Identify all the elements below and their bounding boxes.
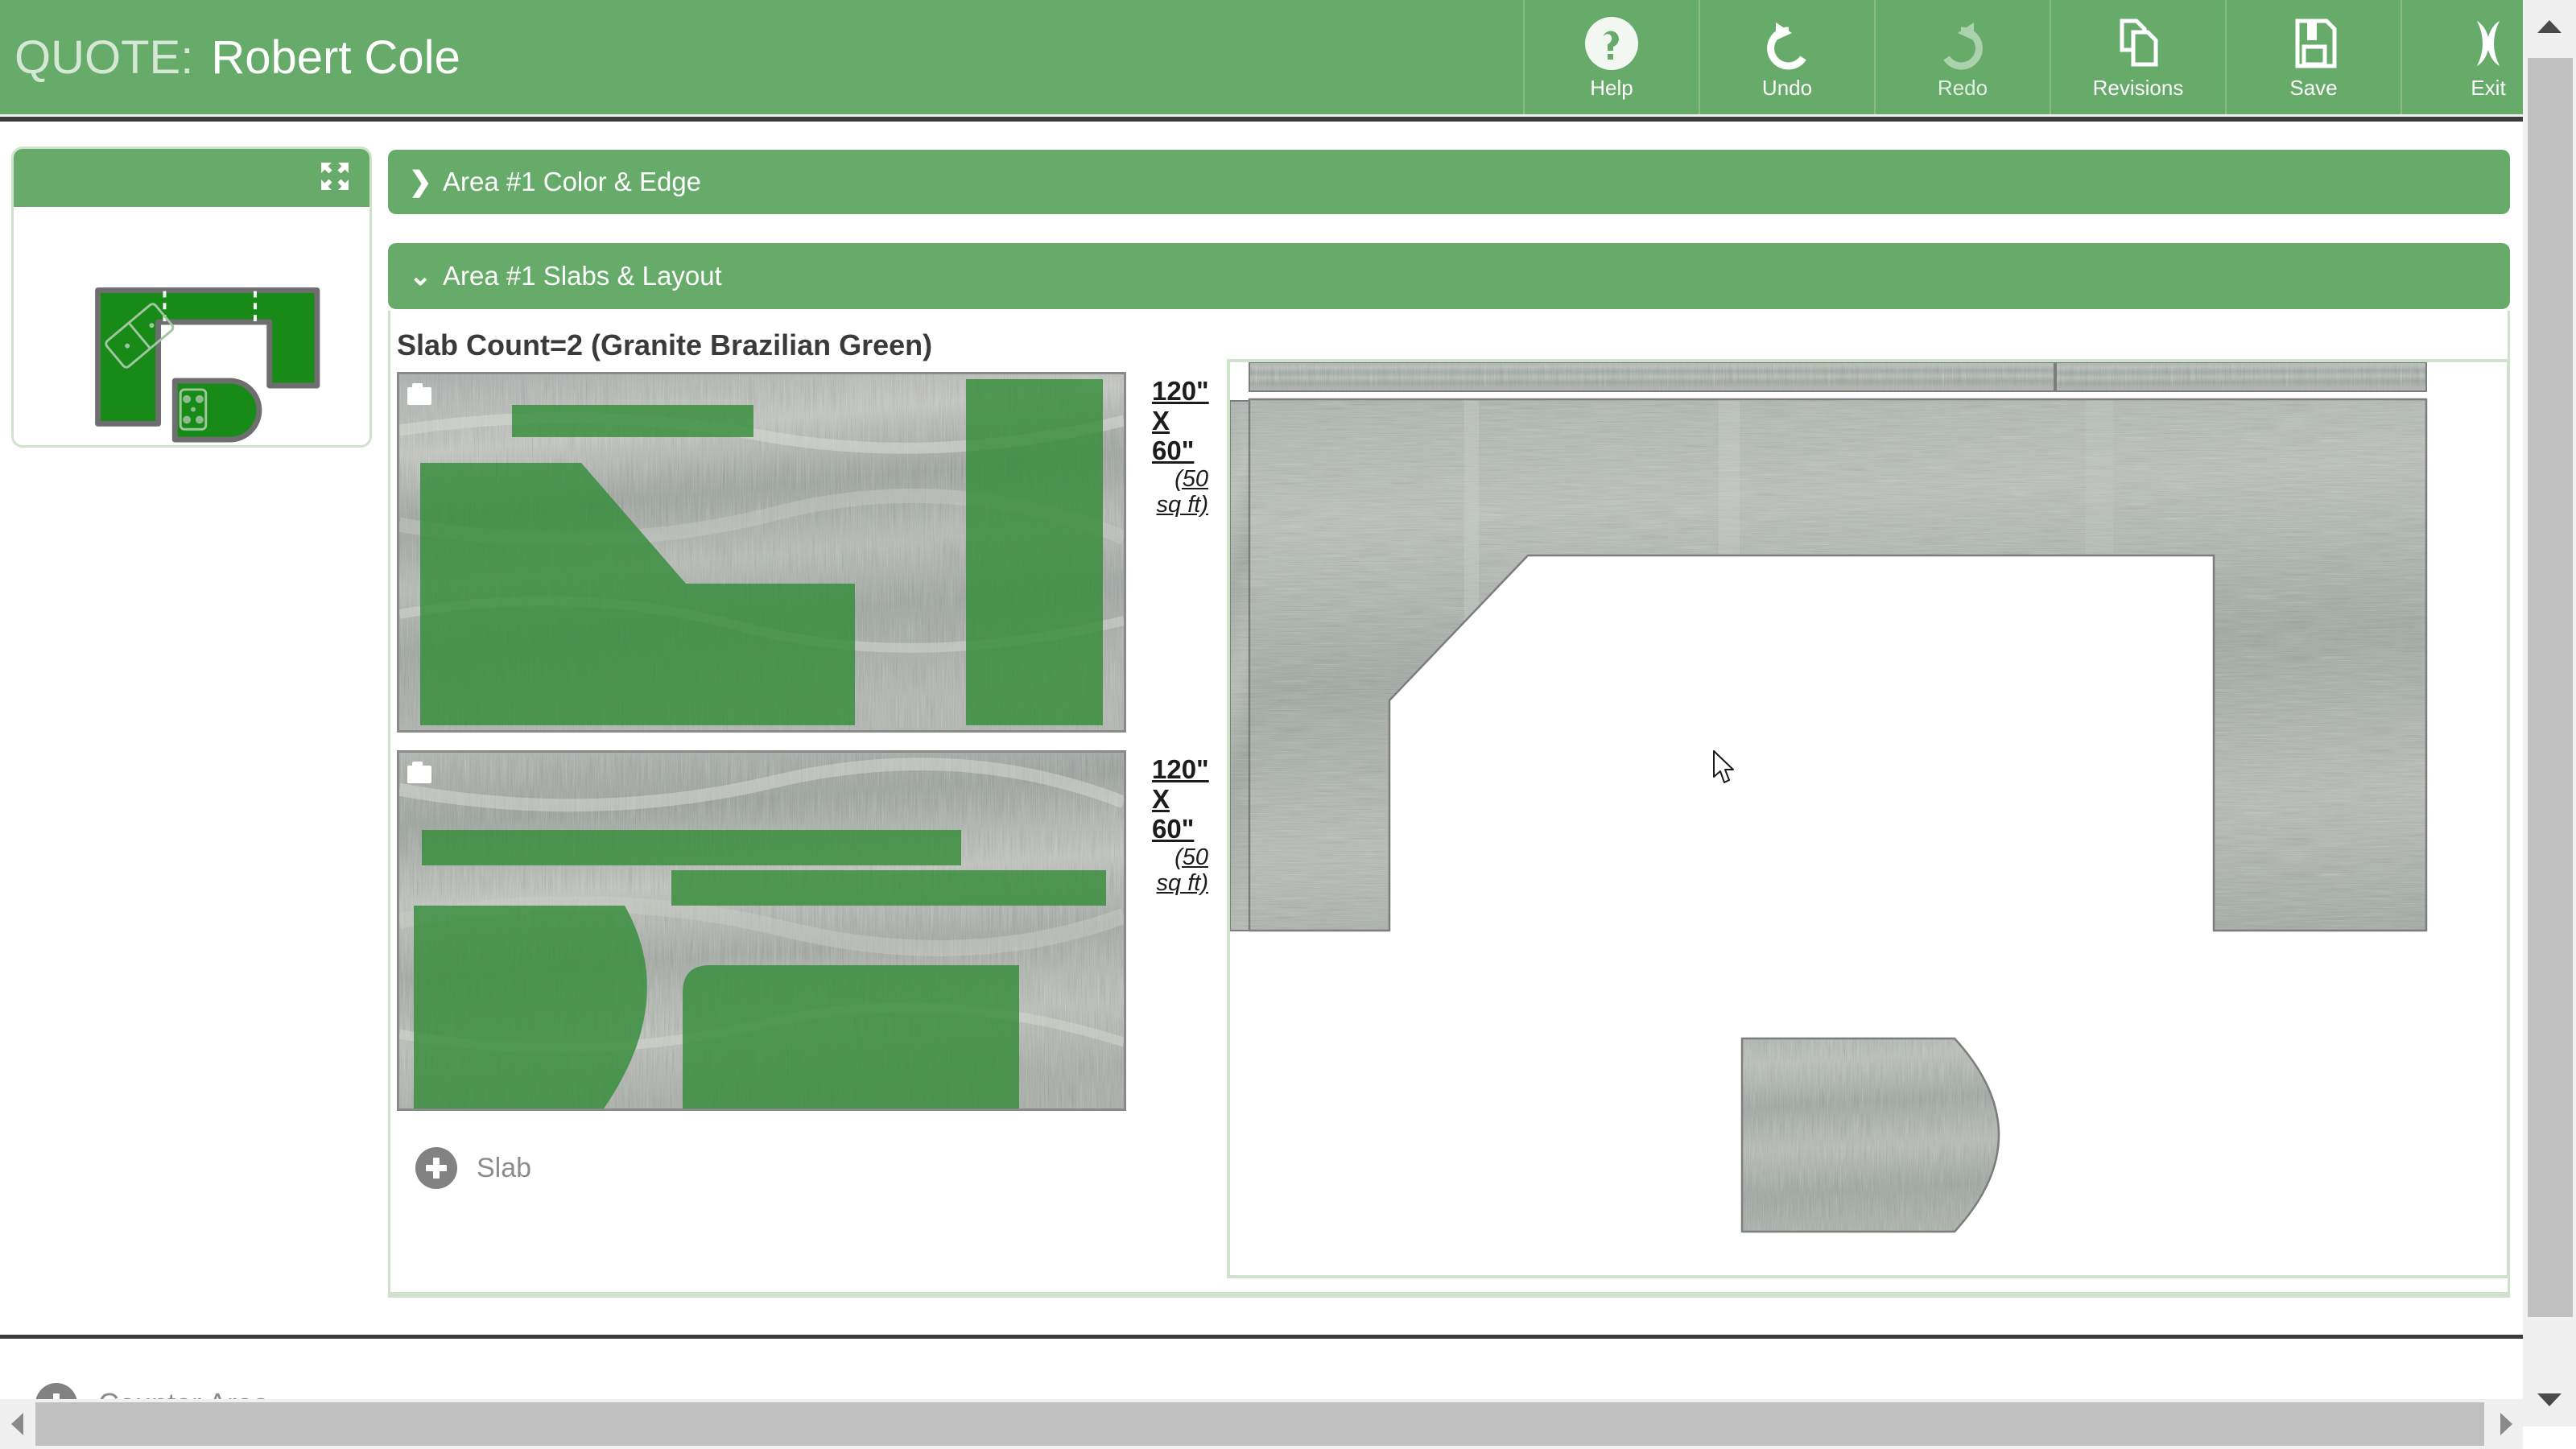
undo-arrow-icon (1758, 14, 1816, 72)
slab-piece[interactable] (671, 870, 1106, 906)
scroll-left-button[interactable] (0, 1399, 34, 1449)
slab-piece-shape (420, 463, 855, 725)
photo-badge-icon (407, 383, 431, 405)
customer-name: Robert Cole (211, 31, 460, 84)
countertop-piece-island (1742, 1038, 1999, 1232)
layout-thumbnail-canvas[interactable] (14, 207, 369, 445)
thumbnail-header (14, 149, 369, 207)
help-label: Help (1590, 75, 1633, 100)
countertop-piece-backsplash-right (2056, 362, 2426, 391)
horizontal-scrollbar[interactable] (0, 1399, 2523, 1449)
slab-piece[interactable] (422, 830, 961, 865)
slab-width-label: 120" (1152, 376, 1209, 406)
slab-piece[interactable] (966, 379, 1103, 725)
slab-dimensions-link-2[interactable]: 120" X 60" (50 sq ft) (1152, 750, 1209, 897)
triangle-left-icon (10, 1413, 23, 1435)
slab-height-label: 60" (1152, 813, 1195, 844)
vertical-scrollbar-thumb[interactable] (2528, 58, 2573, 1317)
save-label: Save (2289, 75, 2338, 100)
main-toolbar: Help Undo Redo Revisions Save Exit (1523, 0, 2576, 114)
slab-piece-shape (414, 906, 647, 1108)
quote-label: QUOTE: (14, 31, 194, 84)
layout-thumbnail-drawing (95, 287, 320, 443)
top-header-bar: QUOTE: Robert Cole Help Undo Redo Revisi… (0, 0, 2576, 114)
triangle-down-icon (2537, 1393, 2562, 1406)
slab-piece[interactable] (512, 405, 753, 437)
section-title-slabs-layout: Area #1 Slabs & Layout (443, 261, 722, 291)
section-header-area1-slabs-layout[interactable]: ⌄ Area #1 Slabs & Layout (388, 243, 2510, 309)
scroll-up-button[interactable] (2523, 0, 2576, 53)
quote-title: QUOTE: Robert Cole (0, 0, 1523, 114)
slab-height-label: 60" (1152, 435, 1195, 465)
add-slab-button[interactable]: Slab (415, 1147, 531, 1189)
plus-circle-icon (415, 1147, 457, 1189)
undo-label: Undo (1761, 75, 1813, 100)
floppy-disk-icon (2285, 14, 2343, 72)
scroll-right-button[interactable] (2489, 1399, 2523, 1449)
slab-area-label-part2: sq ft) (1156, 870, 1208, 897)
triangle-right-icon (2500, 1413, 2512, 1435)
redo-arrow-icon (1934, 14, 1992, 72)
save-button[interactable]: Save (2225, 0, 2401, 114)
exit-label: Exit (2471, 75, 2506, 100)
slab-times-label: X (1152, 405, 1170, 436)
section-header-area1-color-edge[interactable]: ❯ Area #1 Color & Edge (388, 150, 2510, 214)
slab-area-label-part1: (50 (1174, 844, 1208, 870)
documents-icon (2109, 14, 2167, 72)
chevron-right-icon: ❯ (409, 167, 432, 197)
triangle-up-icon (2537, 20, 2562, 33)
layout-thumbnail-panel[interactable] (11, 147, 372, 448)
slab-area-label-part1: (50 (1174, 465, 1208, 492)
countertop-render-panel[interactable] (1227, 359, 2510, 1278)
slab-times-label: X (1152, 783, 1170, 814)
help-button[interactable]: Help (1523, 0, 1699, 114)
slab-thumbnail-2[interactable] (397, 750, 1126, 1111)
bottom-divider (0, 1335, 2576, 1339)
expand-fullscreen-icon[interactable] (318, 159, 352, 197)
slab-row: 120" X 60" (50 sq ft) (397, 372, 1209, 733)
slab-row: 120" X 60" (50 sq ft) (397, 750, 1209, 1111)
countertop-render-drawing (1230, 362, 2428, 1233)
scroll-down-button[interactable] (2523, 1373, 2576, 1426)
redo-button[interactable]: Redo (1874, 0, 2050, 114)
vertical-scrollbar[interactable] (2523, 0, 2576, 1426)
countertop-piece-backsplash-left (1249, 362, 2054, 391)
slab-piece[interactable] (420, 463, 855, 725)
close-x-icon (2459, 14, 2517, 72)
slab-area-label-part2: sq ft) (1156, 492, 1208, 518)
header-divider (0, 114, 2576, 122)
slab-dimensions-link-1[interactable]: 120" X 60" (50 sq ft) (1152, 372, 1209, 518)
question-circle-icon (1583, 14, 1641, 72)
add-slab-label: Slab (477, 1152, 532, 1183)
photo-badge-icon (407, 762, 431, 783)
slab-piece[interactable] (683, 965, 1019, 1108)
application-window: QUOTE: Robert Cole Help Undo Redo Revisi… (0, 0, 2576, 1449)
revisions-button[interactable]: Revisions (2050, 0, 2225, 114)
slab-piece[interactable] (414, 906, 679, 1108)
slab-thumbnail-1[interactable] (397, 372, 1126, 733)
undo-button[interactable]: Undo (1699, 0, 1874, 114)
slab-width-label: 120" (1152, 754, 1209, 784)
redo-label: Redo (1937, 75, 1988, 100)
chevron-down-icon: ⌄ (409, 261, 432, 291)
revisions-label: Revisions (2092, 75, 2184, 100)
slab-piece-shape (683, 965, 1019, 1108)
section-title-color-edge: Area #1 Color & Edge (443, 167, 702, 196)
horizontal-scrollbar-thumb[interactable] (35, 1402, 2484, 1446)
slab-count-heading: Slab Count=2 (Granite Brazilian Green) (397, 328, 933, 361)
countertop-piece-left-strip (1230, 401, 1249, 931)
